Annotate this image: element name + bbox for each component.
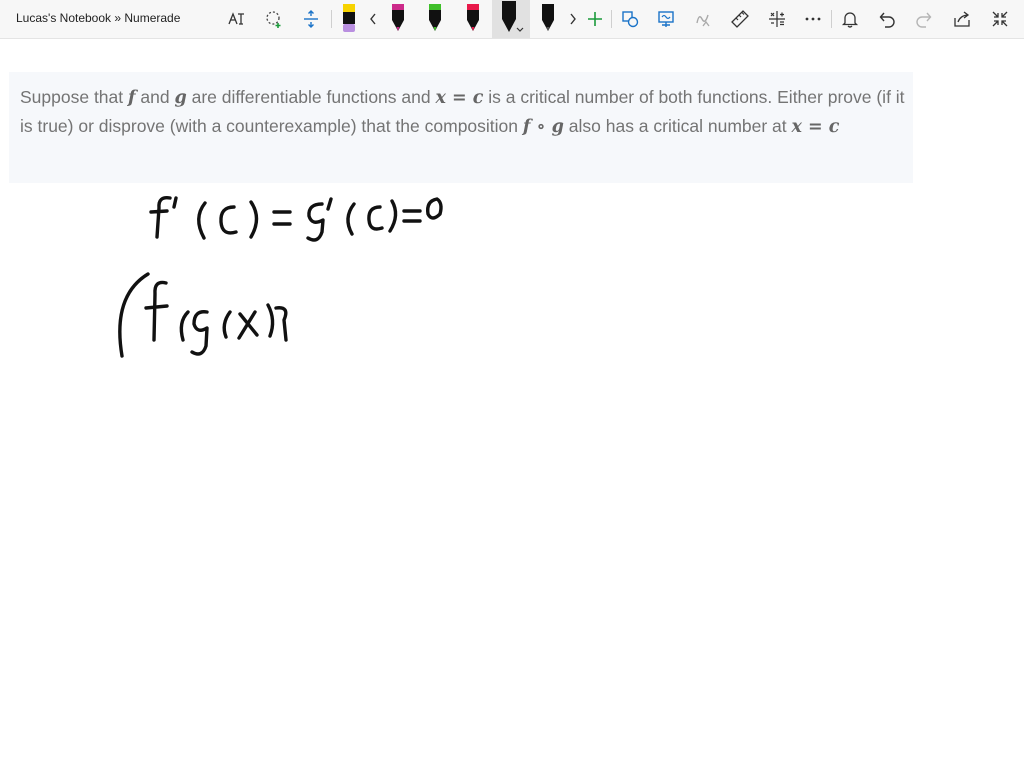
- ink-stroke: [402, 209, 422, 223]
- ink-stroke: [388, 199, 398, 233]
- ink-stroke: [367, 205, 384, 231]
- ink-stroke: [272, 210, 292, 226]
- ink-stroke: [172, 196, 178, 209]
- ink-stroke: [222, 310, 232, 339]
- ink-stroke: [179, 310, 190, 342]
- ink-stroke: [306, 202, 325, 242]
- ink-stroke: [266, 303, 275, 338]
- ink-stroke: [118, 272, 150, 358]
- handwritten-ink: [118, 196, 443, 358]
- ink-stroke: [197, 201, 207, 240]
- ink-stroke: [426, 197, 443, 220]
- ink-stroke: [190, 310, 209, 356]
- ink-stroke: [219, 205, 238, 235]
- ink-stroke: [346, 202, 356, 236]
- ink-stroke: [149, 196, 172, 239]
- ink-stroke: [249, 200, 259, 239]
- ink-stroke: [237, 310, 259, 340]
- ink-stroke: [274, 306, 288, 342]
- ink-stroke: [144, 280, 169, 342]
- ink-stroke: [326, 197, 333, 211]
